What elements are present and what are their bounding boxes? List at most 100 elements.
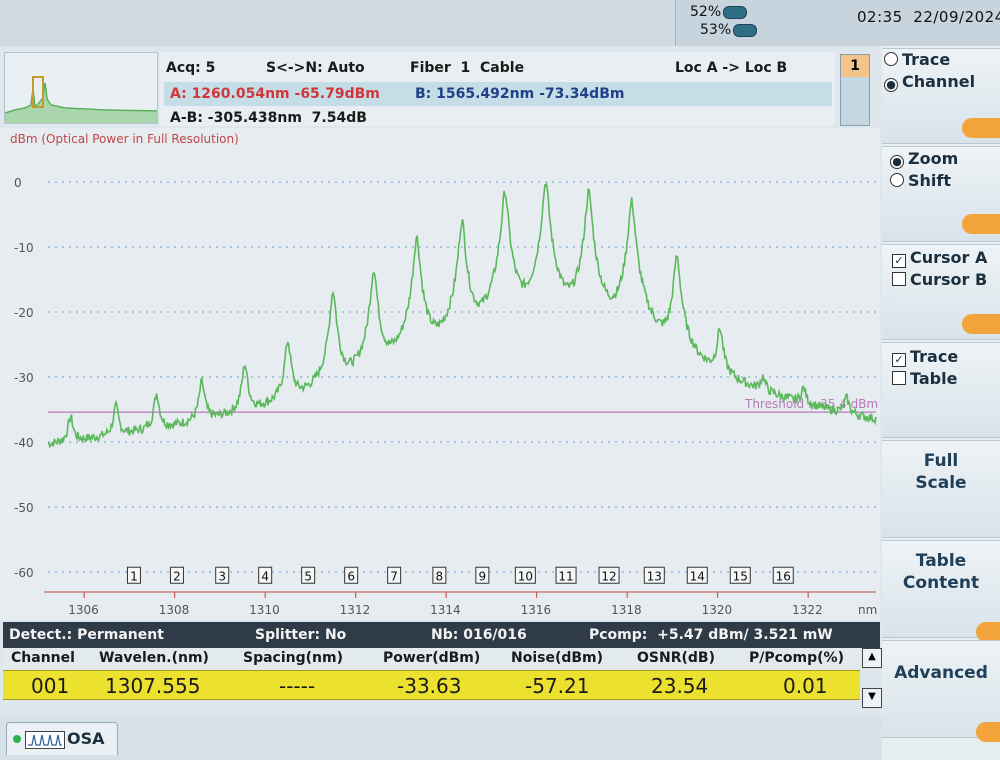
x-tick-label: 1320 <box>702 603 733 617</box>
scroll-up-button[interactable]: ▲ <box>862 648 882 668</box>
checkbox-table[interactable]: Table <box>892 369 957 388</box>
option-channel[interactable]: ● Channel <box>884 72 975 92</box>
sn-label: S<->N: Auto <box>266 60 365 76</box>
table-row[interactable]: 001 1307.555 ----- -33.63 -57.21 23.54 0… <box>3 670 860 700</box>
spectrum-chart: 0-10-20-30-40-50-601306 1308 1310 1312 1314 1… <box>14 176 878 617</box>
overview-trace <box>4 76 158 123</box>
col-osnr: OSNR(dB) <box>637 650 715 666</box>
table-header: Channel Wavelen.(nm) Spacing(nm) Power(d… <box>3 648 860 670</box>
checkbox-cursor-b[interactable]: Cursor B <box>892 270 987 289</box>
checkbox-trace-label: Trace <box>910 347 959 366</box>
cursor-b-readout: B: 1565.492nm -73.34dBm <box>415 86 625 102</box>
option-shift[interactable]: Shift <box>890 171 951 190</box>
channel-marker-label: 11 <box>558 569 573 583</box>
channel-count: Nb: 016/016 <box>431 627 527 643</box>
col-wavelength: Wavelen.(nm) <box>99 650 209 666</box>
option-zoom[interactable]: ● Zoom <box>890 149 958 169</box>
tab-osa[interactable]: OSA <box>6 722 118 755</box>
cell-osnr: 23.54 <box>651 674 709 698</box>
bottom-tab-bar <box>0 716 882 760</box>
col-pcomp: P/Pcomp(%) <box>749 650 844 666</box>
col-power: Power(dBm) <box>383 650 481 666</box>
x-tick-label: 1322 <box>792 603 823 617</box>
battery-1: 52% <box>690 4 748 20</box>
channel-marker-label: 10 <box>518 569 533 583</box>
y-tick-label: 0 <box>14 176 22 190</box>
detection-bar: Detect.: Permanent Splitter: No Nb: 016/… <box>3 622 880 648</box>
checkbox-unchecked-icon <box>892 272 906 286</box>
channel-marker-label: 8 <box>436 569 444 583</box>
channel-marker-label: 9 <box>479 569 487 583</box>
channel-marker-label: 15 <box>733 569 748 583</box>
y-tick-label: -40 <box>14 436 34 450</box>
clock: 02:35 22/09/2024 <box>857 8 1000 26</box>
col-noise: Noise(dBm) <box>511 650 604 666</box>
cursor-a-readout: A: 1260.054nm -65.79dBm <box>170 86 380 102</box>
loc-label: Loc A -> Loc B <box>675 60 788 76</box>
radio-off-icon <box>884 52 898 66</box>
col-channel: Channel <box>11 650 75 666</box>
battery-1-text: 52% <box>690 4 722 20</box>
detect-mode: Detect.: Permanent <box>9 627 164 643</box>
battery-icon <box>733 23 758 37</box>
option-zoom-label: Zoom <box>908 149 959 168</box>
page-selector[interactable]: 1 <box>840 54 870 126</box>
checkbox-table-label: Table <box>910 369 958 388</box>
y-tick-label: -10 <box>14 241 34 255</box>
cell-spacing: ----- <box>279 674 316 698</box>
fiber-label: Fiber 1 Cable <box>410 60 525 76</box>
channel-marker-label: 4 <box>261 569 269 583</box>
radio-on-icon: ● <box>890 155 904 169</box>
checkbox-checked-icon: ✓ <box>892 353 906 367</box>
option-trace[interactable]: Trace <box>884 50 950 69</box>
x-tick-label: 1316 <box>521 603 552 617</box>
knob-icon <box>962 118 1000 138</box>
table-content-label: Table Content <box>902 551 980 593</box>
knob-icon <box>962 314 1000 334</box>
option-trace-label: Trace <box>902 50 951 69</box>
channel-marker-label: 12 <box>601 569 616 583</box>
x-tick-label: 1312 <box>340 603 371 617</box>
x-tick-label: 1306 <box>68 603 99 617</box>
battery-icon <box>723 5 748 19</box>
delta-readout: A-B: -305.438nm 7.54dB <box>170 110 367 126</box>
y-axis-title: dBm (Optical Power in Full Resolution) <box>10 132 239 146</box>
channel-marker-label: 2 <box>173 569 181 583</box>
acq-label: Acq: 5 <box>166 60 216 76</box>
channel-marker-label: 5 <box>304 569 312 583</box>
checkbox-cursor-b-label: Cursor B <box>910 270 988 289</box>
option-shift-label: Shift <box>908 171 952 190</box>
battery-2-text: 53% <box>700 22 732 38</box>
channel-marker-label: 14 <box>690 569 705 583</box>
spectrum-graph[interactable]: 0 -10 -20 -30 -40 -50 -60 1306 1308 1310 1312 1314 1… <box>0 128 880 620</box>
cell-pcomp: 0.01 <box>783 674 828 698</box>
cell-channel: 001 <box>31 674 70 698</box>
cell-power: -33.63 <box>397 674 462 698</box>
channel-marker-label: 3 <box>218 569 226 583</box>
y-tick-label: -60 <box>14 566 34 580</box>
checkbox-unchecked-icon <box>892 371 906 385</box>
channel-marker-label: 6 <box>347 569 355 583</box>
col-spacing: Spacing(nm) <box>243 650 343 666</box>
x-tick-label: 1310 <box>249 603 280 617</box>
x-tick-label: 1318 <box>611 603 642 617</box>
option-channel-label: Channel <box>902 72 976 91</box>
y-tick-label: -50 <box>14 501 34 515</box>
checkbox-cursor-a-label: Cursor A <box>910 248 988 267</box>
x-unit-label: nm <box>858 603 877 617</box>
x-tick-label: 1314 <box>430 603 461 617</box>
overview-thumbnail[interactable] <box>4 52 158 124</box>
checkbox-cursor-a[interactable]: ✓ Cursor A <box>892 248 987 268</box>
knob-icon <box>962 214 1000 234</box>
x-tick-label: 1308 <box>159 603 190 617</box>
cell-noise: -57.21 <box>525 674 590 698</box>
date-text: 22/09/2024 <box>913 8 1000 26</box>
scroll-down-button[interactable]: ▼ <box>862 688 882 708</box>
channel-marker-label: 7 <box>390 569 398 583</box>
time-text: 02:35 <box>857 8 903 26</box>
osa-screen: 52% 53% 02:35 22/09/2024 Acq: 5 S<->N: A… <box>0 0 1000 760</box>
y-tick-label: -30 <box>14 371 34 385</box>
splitter-status: Splitter: No <box>255 627 347 643</box>
advanced-label: Advanced <box>894 663 988 683</box>
checkbox-trace[interactable]: ✓ Trace <box>892 347 958 367</box>
